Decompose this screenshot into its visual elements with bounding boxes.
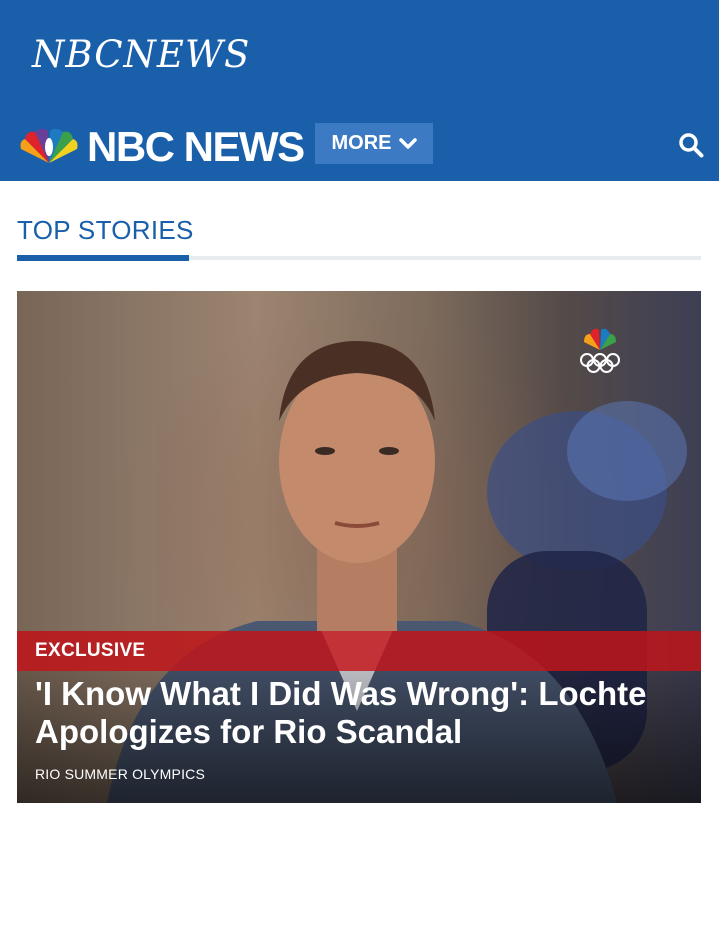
more-button-label: MORE: [331, 132, 392, 154]
section-divider-accent: [17, 255, 189, 261]
olympic-rings-icon: [580, 328, 620, 373]
search-icon[interactable]: [678, 132, 704, 158]
peacock-logo-icon[interactable]: [17, 127, 81, 165]
ad-banner[interactable]: NBCNEWS: [0, 0, 719, 111]
chevron-down-icon: [398, 137, 417, 149]
hero-story-card[interactable]: EXCLUSIVE 'I Know What I Did Was Wrong':…: [17, 291, 701, 803]
more-button[interactable]: MORE: [315, 123, 433, 164]
ad-banner-logo: NBCNEWS: [32, 33, 251, 76]
section-title: TOP STORIES: [17, 215, 194, 245]
exclusive-badge: EXCLUSIVE: [17, 631, 701, 671]
story-category-link[interactable]: RIO SUMMER OLYMPICS: [35, 765, 205, 783]
nbc-news-brand[interactable]: NBC NEWS: [87, 123, 305, 171]
hero-headline[interactable]: 'I Know What I Did Was Wrong': Lochte Ap…: [35, 675, 685, 751]
top-navigation-bar: NBC NEWS MORE: [0, 111, 719, 181]
